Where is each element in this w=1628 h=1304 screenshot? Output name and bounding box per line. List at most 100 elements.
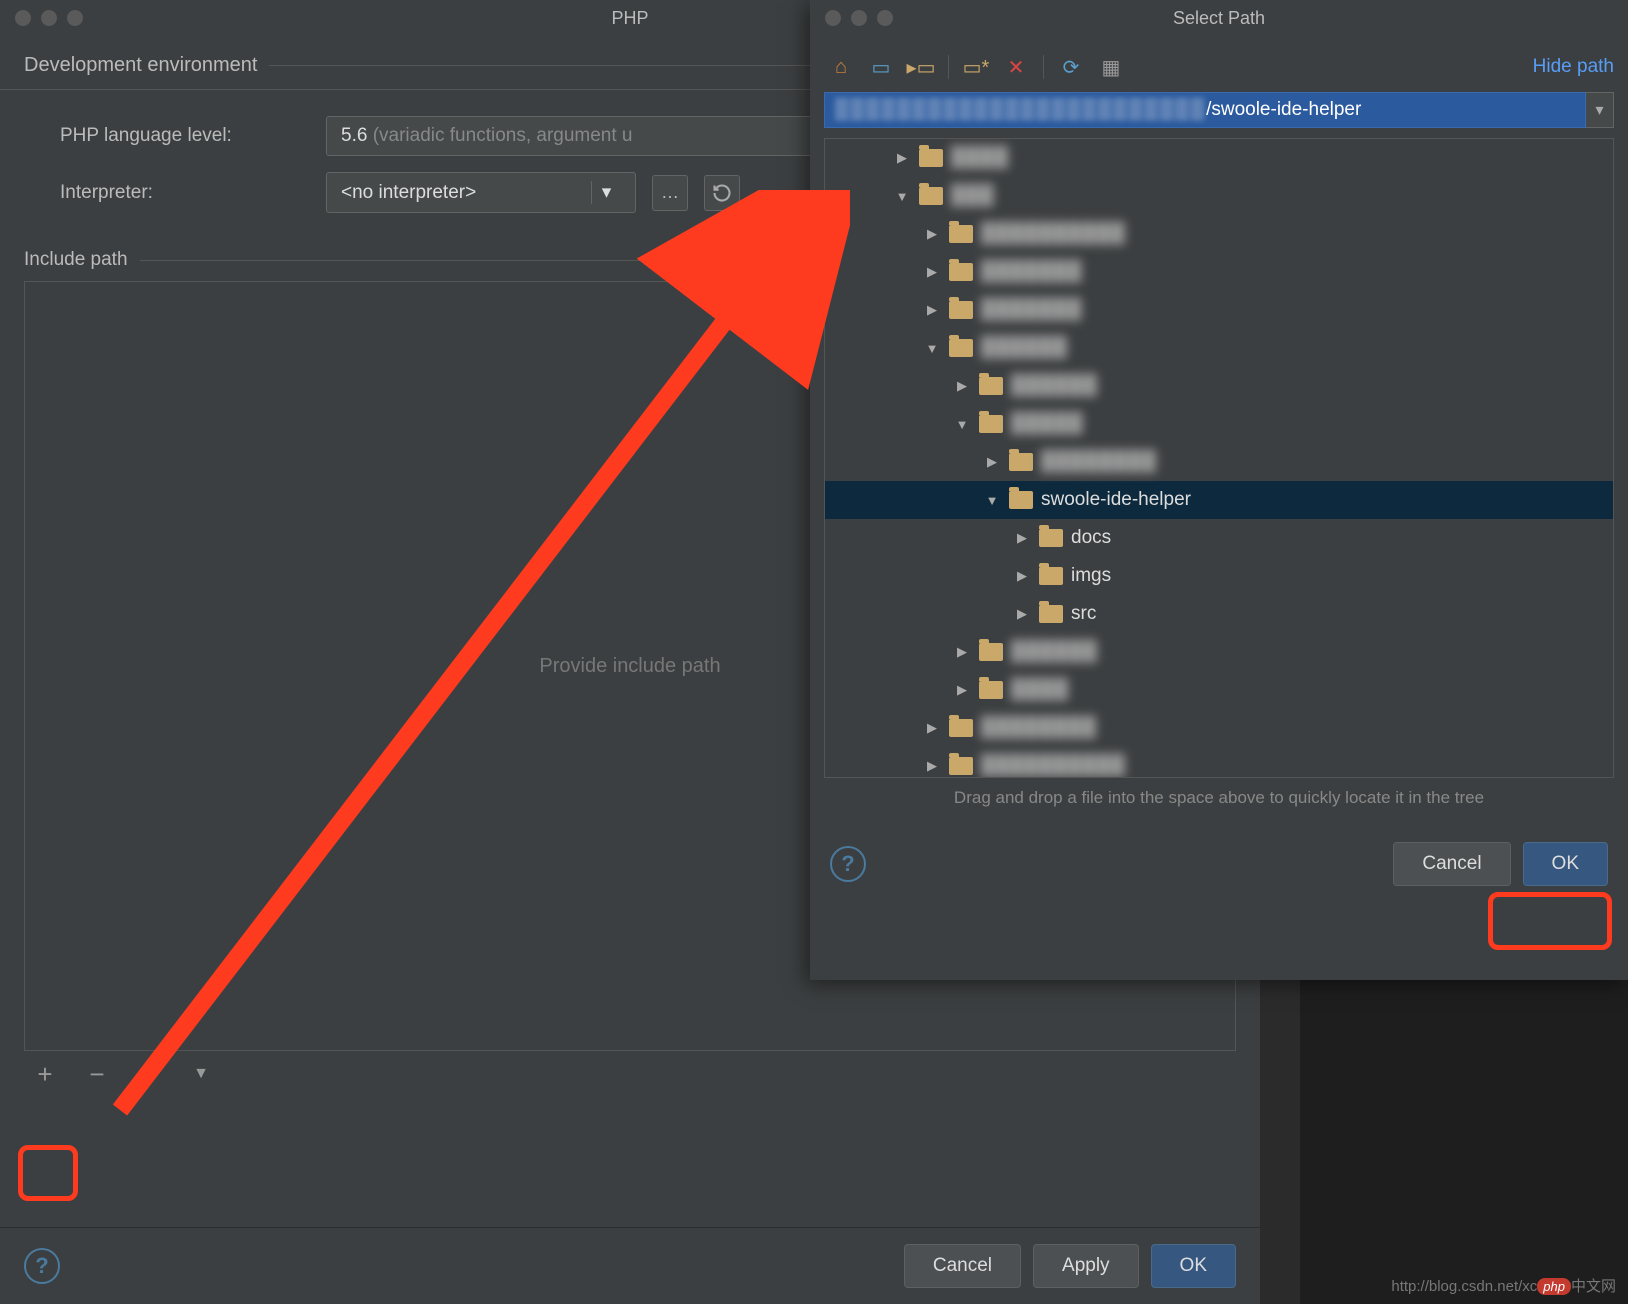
tree-arrow-icon[interactable]: ▶	[923, 226, 941, 242]
tree-label: ██████████	[981, 223, 1126, 245]
drop-hint: Drag and drop a file into the space abov…	[824, 778, 1614, 818]
php-lang-hint: (variadic functions, argument u	[373, 125, 633, 147]
folder-icon	[979, 415, 1003, 433]
tree-row[interactable]: ▶ ███████	[825, 291, 1613, 329]
folder-icon	[979, 681, 1003, 699]
dialog-ok-button[interactable]: OK	[1523, 842, 1608, 886]
folder-icon	[1039, 567, 1063, 585]
interpreter-label: Interpreter:	[60, 182, 310, 204]
tree-arrow-icon[interactable]: ▶	[1013, 530, 1031, 546]
tree-arrow-icon[interactable]: ▶	[1013, 568, 1031, 584]
desktop-icon[interactable]: ▭	[864, 52, 898, 82]
new-folder-icon[interactable]: ▭*	[959, 52, 993, 82]
reload-icon[interactable]	[704, 175, 740, 211]
home-icon[interactable]: ⌂	[824, 52, 858, 82]
ok-button[interactable]: OK	[1151, 1244, 1236, 1288]
tree-arrow-icon[interactable]: ▶	[953, 378, 971, 394]
tree-row[interactable]: ▶██████	[825, 367, 1613, 405]
delete-icon[interactable]: ✕	[999, 52, 1033, 82]
move-up-button[interactable]: ▲	[132, 1057, 166, 1091]
tree-label: ████████	[981, 717, 1097, 739]
tree-row[interactable]: ▶ src	[825, 595, 1613, 633]
add-button[interactable]: +	[28, 1057, 62, 1091]
tree-label: ██████	[981, 337, 1068, 359]
help-button[interactable]: ?	[24, 1248, 60, 1284]
tree-row[interactable]: ▼█████	[825, 405, 1613, 443]
tree-row[interactable]: ▶ ██████████	[825, 747, 1613, 778]
tree-row[interactable]: ▶ ████████	[825, 709, 1613, 747]
dialog-help-button[interactable]: ?	[830, 846, 866, 882]
tree-row[interactable]: ▶ ████	[825, 139, 1613, 177]
tree-arrow-icon[interactable]: ▶	[923, 264, 941, 280]
folder-icon	[919, 187, 943, 205]
watermark: http://blog.csdn.net/xcphp中文网	[1391, 1275, 1616, 1296]
folder-icon	[949, 263, 973, 281]
folder-tree[interactable]: ▶████▼███▶██████████▶███████▶███████▼███…	[824, 138, 1614, 778]
tree-arrow-icon[interactable]: ▶	[1013, 606, 1031, 622]
tree-arrow-icon[interactable]: ▶	[893, 150, 911, 166]
tree-label: ███	[951, 185, 994, 207]
tree-row[interactable]: ▶ docs	[825, 519, 1613, 557]
minimize-dialog-icon[interactable]	[851, 10, 867, 26]
interpreter-value: <no interpreter>	[341, 182, 476, 204]
tree-arrow-icon[interactable]: ▶	[953, 644, 971, 660]
tree-arrow-icon[interactable]: ▼	[893, 189, 911, 204]
chevron-down-icon[interactable]: ▾	[591, 181, 621, 204]
php-lang-label: PHP language level:	[60, 125, 310, 147]
interpreter-browse-button[interactable]: …	[652, 175, 688, 211]
tree-row[interactable]: ▶ ██████████	[825, 215, 1613, 253]
remove-button[interactable]: −	[80, 1057, 114, 1091]
apply-button[interactable]: Apply	[1033, 1244, 1139, 1288]
path-input[interactable]: ████████████████████████ /swoole-ide-hel…	[824, 92, 1586, 128]
tree-label: src	[1071, 603, 1096, 625]
tree-arrow-icon[interactable]: ▶	[923, 720, 941, 736]
hide-path-link[interactable]: Hide path	[1533, 56, 1614, 78]
tree-arrow-icon[interactable]: ▶	[923, 758, 941, 774]
tree-row[interactable]: ▶ ████	[825, 671, 1613, 709]
show-hidden-icon[interactable]: ▦	[1094, 52, 1128, 82]
cancel-button[interactable]: Cancel	[904, 1244, 1021, 1288]
tree-arrow-icon[interactable]: ▶	[983, 454, 1001, 470]
tree-arrow-icon[interactable]: ▶	[953, 682, 971, 698]
folder-icon	[949, 719, 973, 737]
folder-icon	[949, 301, 973, 319]
tree-label: ████	[951, 147, 1009, 169]
include-placeholder: Provide include path	[539, 655, 720, 678]
minimize-window-icon[interactable]	[41, 10, 57, 26]
dialog-toolbar: ⌂ ▭ ▸▭ ▭* ✕ ⟳ ▦ Hide path	[824, 46, 1614, 88]
tree-row[interactable]: ▼ ███	[825, 177, 1613, 215]
tree-label: docs	[1071, 527, 1111, 549]
tree-arrow-icon[interactable]: ▼	[953, 417, 971, 432]
dialog-titlebar: Select Path	[810, 0, 1628, 36]
tree-label: ███████	[981, 299, 1082, 321]
path-input-row: ████████████████████████ /swoole-ide-hel…	[824, 92, 1614, 128]
path-history-icon[interactable]: ▾	[1586, 92, 1614, 128]
tree-label: ████	[1011, 679, 1069, 701]
maximize-window-icon[interactable]	[67, 10, 83, 26]
tree-arrow-icon[interactable]: ▼	[983, 493, 1001, 508]
php-lang-value: 5.6	[341, 125, 367, 147]
tree-row[interactable]: ▶███████	[825, 253, 1613, 291]
folder-icon	[1009, 453, 1033, 471]
tree-row[interactable]: ▶████████	[825, 443, 1613, 481]
dialog-cancel-button[interactable]: Cancel	[1393, 842, 1510, 886]
tree-arrow-icon[interactable]: ▼	[923, 341, 941, 356]
folder-icon	[949, 225, 973, 243]
interpreter-combo[interactable]: <no interpreter> ▾	[326, 172, 636, 213]
dialog-title: Select Path	[1173, 8, 1265, 29]
tree-label: ██████████	[981, 755, 1126, 777]
dialog-footer: ? Cancel OK	[810, 828, 1628, 900]
tree-row[interactable]: ▶imgs	[825, 557, 1613, 595]
tree-arrow-icon[interactable]: ▶	[923, 302, 941, 318]
move-down-button[interactable]: ▼	[184, 1057, 218, 1091]
project-icon[interactable]: ▸▭	[904, 52, 938, 82]
folder-icon	[949, 339, 973, 357]
tree-row[interactable]: ▼ ██████	[825, 329, 1613, 367]
maximize-dialog-icon[interactable]	[877, 10, 893, 26]
tree-row[interactable]: ▶██████	[825, 633, 1613, 671]
refresh-icon[interactable]: ⟳	[1054, 52, 1088, 82]
close-window-icon[interactable]	[15, 10, 31, 26]
tree-label: swoole-ide-helper	[1041, 489, 1191, 511]
tree-row[interactable]: ▼ swoole-ide-helper	[825, 481, 1613, 519]
close-dialog-icon[interactable]	[825, 10, 841, 26]
